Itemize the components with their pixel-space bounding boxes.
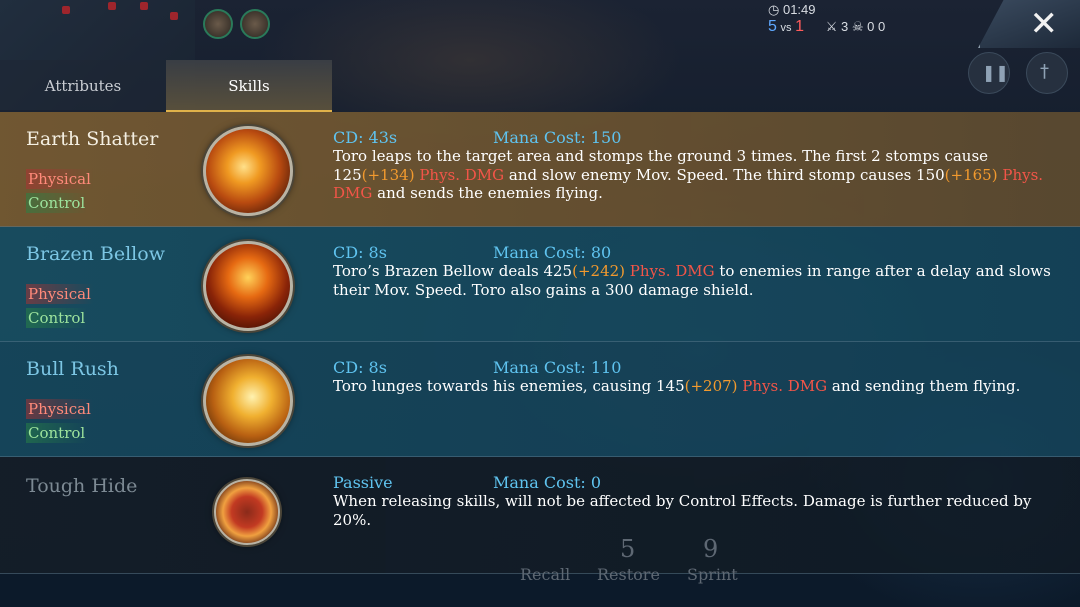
tag-physical: Physical <box>26 284 93 304</box>
description-text: Toro’s Brazen Bellow deals 425 <box>333 262 573 280</box>
recall-button-label: Recall <box>520 565 571 584</box>
mana-cost: Mana Cost: 150 <box>493 128 622 147</box>
tab-skills[interactable]: Skills <box>166 60 332 112</box>
cooldown: CD: 8s <box>333 243 387 262</box>
sprint-button-label: Sprint <box>687 565 738 584</box>
swords-icon: ⚔ <box>825 19 838 34</box>
tab-attributes[interactable]: Attributes <box>0 60 166 112</box>
minimap-marker <box>140 2 148 10</box>
skill-name: Brazen Bellow <box>26 243 165 265</box>
tag-control: Control <box>26 308 88 328</box>
skill-name: Bull Rush <box>26 358 119 380</box>
tag-physical: Physical <box>26 399 93 419</box>
mana-cost: Mana Cost: 80 <box>493 243 612 262</box>
description-text: When releasing skills, will not be affec… <box>333 492 1032 529</box>
minimap-marker <box>62 6 70 14</box>
skill-description: Toro leaps to the target area and stomps… <box>333 147 1063 203</box>
enemy-score: 1 <box>795 18 805 35</box>
assists-count: 0 <box>877 19 886 34</box>
scaling-value: (+165) <box>944 165 998 184</box>
brazen-bellow-icon <box>203 241 293 331</box>
tough-hide-icon <box>214 479 280 545</box>
damage-type: Phys. DMG <box>414 165 505 184</box>
score-vs: vs <box>780 22 792 34</box>
skill-row-brazen-bellow[interactable]: Brazen Bellow Physical Control CD: 8s Ma… <box>0 227 1080 342</box>
mana-cost: Mana Cost: 0 <box>493 473 602 492</box>
scaling-value: (+207) <box>684 377 738 395</box>
tag-control: Control <box>26 193 88 213</box>
description-text: and sending them flying. <box>827 377 1021 395</box>
damage-type: Phys. DMG <box>737 377 828 395</box>
mana-cost: Mana Cost: 110 <box>493 358 622 377</box>
kills-count: 3 <box>840 19 849 34</box>
teammate-avatar <box>203 9 233 39</box>
team-score: 5 <box>768 18 777 35</box>
scaling-value: (+242) <box>572 262 626 280</box>
cooldown: CD: 8s <box>333 358 387 377</box>
skull-icon: ☠ <box>851 19 864 34</box>
skill-row-bull-rush[interactable]: Bull Rush Physical Control CD: 8s Mana C… <box>0 342 1080 457</box>
skill-description: Toro lunges towards his enemies, causing… <box>333 377 1063 396</box>
panel-tabs: Attributes Skills <box>0 60 332 112</box>
match-timer: 01:49 <box>782 2 816 17</box>
deaths-count: 0 <box>867 19 875 34</box>
description-text: Toro lunges towards his enemies, causing… <box>333 377 685 395</box>
shop-button[interactable]: † <box>1026 52 1068 94</box>
cooldown: CD: 43s <box>333 128 398 147</box>
restore-cooldown: 5 <box>620 535 636 563</box>
restore-button-label: Restore <box>597 565 660 584</box>
pause-icon: ❚❚ <box>982 63 1009 82</box>
skill-name: Tough Hide <box>26 475 138 497</box>
minimap-marker <box>170 12 178 20</box>
damage-type: Phys. DMG <box>625 262 715 280</box>
bull-rush-icon <box>203 356 293 446</box>
minimap-marker <box>108 2 116 10</box>
scaling-value: (+134) <box>361 165 415 184</box>
passive-label: Passive <box>333 473 393 492</box>
sprint-cooldown: 9 <box>703 535 719 563</box>
earth-shatter-icon <box>203 126 293 216</box>
skill-name: Earth Shatter <box>26 128 159 150</box>
description-text: and slow enemy Mov. Speed. The third sto… <box>504 165 945 184</box>
tag-control: Control <box>26 423 88 443</box>
sword-icon: † <box>1040 61 1049 82</box>
skill-row-earth-shatter[interactable]: Earth Shatter Physical Control CD: 43s M… <box>0 112 1080 227</box>
match-stats: ◷ 01:49 5 vs 1 ⚔ 3 ☠ 0 0 <box>768 2 885 36</box>
pause-button[interactable]: ❚❚ <box>968 52 1010 94</box>
description-text: and sends the enemies flying. <box>372 184 603 202</box>
skill-row-tough-hide[interactable]: Tough Hide Passive Mana Cost: 0 When rel… <box>0 457 1080 574</box>
tag-physical: Physical <box>26 169 93 189</box>
teammate-avatar <box>240 9 270 39</box>
skill-description: When releasing skills, will not be affec… <box>333 492 1063 529</box>
close-icon[interactable]: ✕ <box>1030 4 1059 44</box>
skills-list: Earth Shatter Physical Control CD: 43s M… <box>0 112 1080 574</box>
clock-icon: ◷ <box>768 2 780 17</box>
skill-description: Toro’s Brazen Bellow deals 425(+242) Phy… <box>333 262 1063 299</box>
